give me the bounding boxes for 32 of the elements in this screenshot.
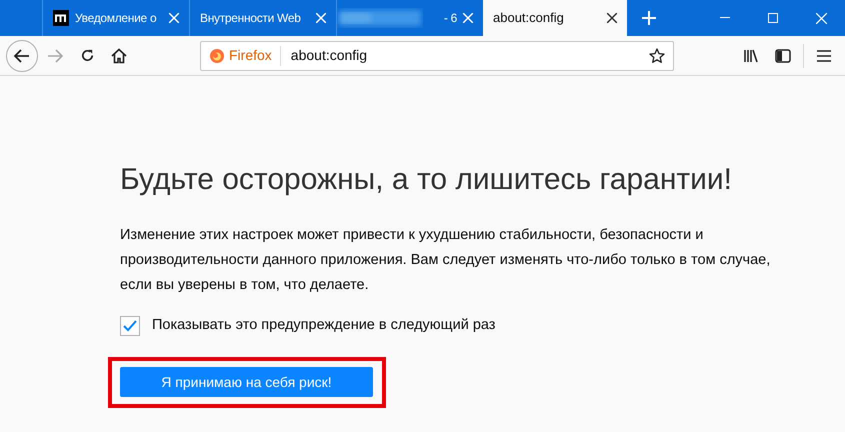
tab-title: Внутренности Web bbox=[200, 10, 302, 27]
library-icon bbox=[743, 48, 759, 62]
browser-tab[interactable]: about:config bbox=[483, 0, 627, 36]
checkmark-icon bbox=[123, 320, 137, 332]
reload-icon bbox=[80, 48, 94, 63]
tab-title: about:config bbox=[493, 9, 565, 28]
checkbox-label: Показывать это предупреждение в следующий раз bbox=[152, 316, 496, 335]
accept-risk-button[interactable]: Я принимаю на себя риск! bbox=[120, 367, 373, 398]
tab-title: Уведомление о bbox=[75, 10, 158, 27]
sidebar-icon bbox=[775, 48, 791, 62]
identity-label: Firefox bbox=[229, 46, 272, 65]
forward-arrow-icon bbox=[47, 48, 63, 62]
warning-text: Изменение этих настроек может привести к ухудшению стабильности, безопасности и производительности данного приложения. Вам следует изменять что-либо только в том случае, если вы уверены в том, что делаете. bbox=[120, 226, 772, 295]
identity-box[interactable]: Firefox bbox=[201, 46, 281, 66]
address-bar[interactable]: Firefox about:config bbox=[200, 40, 674, 70]
home-icon bbox=[111, 48, 127, 64]
back-arrow-icon bbox=[14, 48, 30, 62]
menu-icon bbox=[817, 50, 831, 62]
warning-checkbox-row[interactable]: Показывать это предупреждение в следующий раз bbox=[120, 315, 805, 337]
site-favicon-icon bbox=[53, 10, 69, 26]
url-text: about:config bbox=[290, 46, 368, 65]
browser-logo-icon bbox=[209, 48, 225, 64]
checkbox[interactable] bbox=[120, 316, 140, 336]
plus-icon bbox=[641, 10, 657, 26]
minimize-icon bbox=[720, 17, 730, 19]
close-tab-icon[interactable] bbox=[607, 13, 617, 23]
star-icon[interactable] bbox=[649, 48, 665, 64]
close-icon bbox=[816, 12, 826, 24]
back-button[interactable] bbox=[6, 40, 38, 72]
tab-title: - 6 bbox=[442, 10, 457, 27]
warning-heading: Будьте осторожны, а то лишитесь гарантии! bbox=[120, 162, 733, 198]
maximize-icon bbox=[768, 13, 778, 23]
